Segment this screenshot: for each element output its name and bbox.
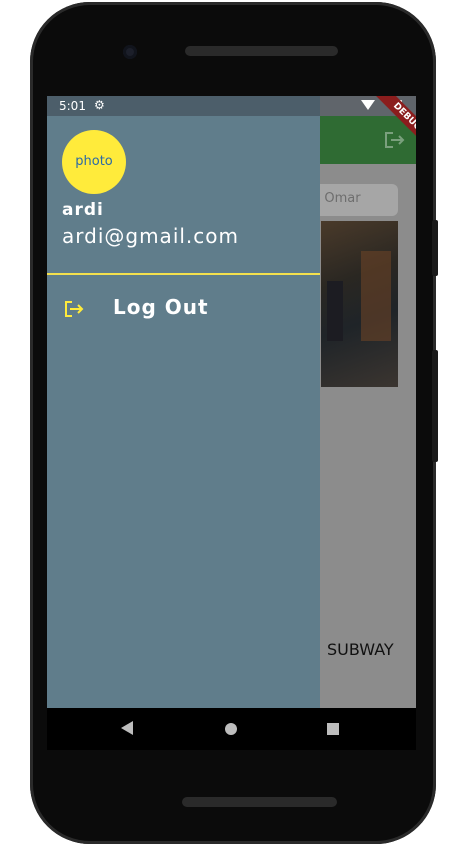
back-icon[interactable]	[121, 721, 133, 735]
system-nav-bar	[47, 708, 416, 750]
menu-item-label: Log Out	[113, 295, 209, 319]
settings-icon: ⚙	[94, 98, 105, 112]
home-icon[interactable]	[225, 723, 237, 735]
power-button	[432, 220, 438, 276]
drawer-header: photo ardi ardi@gmail.com	[47, 116, 320, 273]
bottom-speaker	[182, 797, 337, 807]
screen: d Omar SUBWAY photo ardi ardi@gmail.com …	[47, 96, 416, 708]
recents-icon[interactable]	[327, 723, 339, 735]
wifi-icon	[361, 100, 375, 110]
account-email: ardi@gmail.com	[62, 224, 239, 248]
front-camera	[123, 45, 137, 59]
logout-icon	[65, 301, 84, 317]
volume-button	[432, 350, 438, 462]
status-time: 5:01	[59, 99, 86, 113]
navigation-drawer: photo ardi ardi@gmail.com Log Out	[47, 96, 320, 708]
top-speaker	[185, 46, 338, 56]
avatar[interactable]: photo	[62, 130, 126, 194]
status-bar: 5:01 ⚙	[47, 96, 416, 116]
account-name: ardi	[62, 200, 104, 220]
menu-item-logout[interactable]: Log Out	[47, 289, 320, 329]
drawer-divider	[47, 273, 320, 275]
